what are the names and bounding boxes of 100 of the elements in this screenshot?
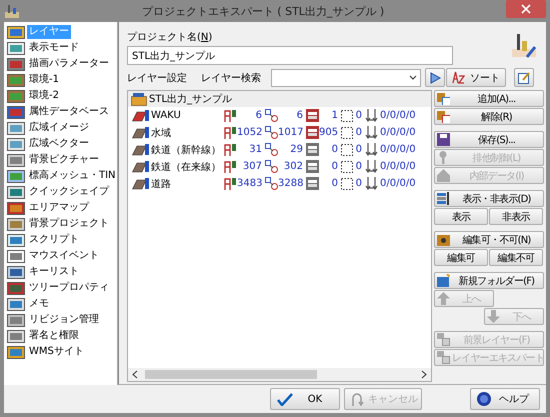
count-cell-text: 307 (242, 161, 263, 172)
stacked-windows-icon (437, 333, 450, 346)
help-icon (477, 392, 491, 406)
folder-icon (437, 274, 450, 287)
sidebar-item[interactable]: 環境-2 (27, 89, 61, 103)
count-cell-text: 0 (354, 144, 363, 155)
text-tag-icon (224, 160, 237, 173)
remove-layer-icon (437, 110, 450, 123)
play-button[interactable] (425, 68, 445, 87)
close-button[interactable] (506, 0, 546, 18)
side-button[interactable]: 表示 (434, 208, 488, 225)
layer-name[interactable]: 鉄道（在来線） (151, 160, 221, 174)
panel-icon (7, 74, 25, 86)
dotted-box-icon (341, 160, 353, 172)
count-cell-text: 6 (254, 110, 263, 121)
arrows-icon (365, 143, 378, 156)
arrows-icon (365, 160, 378, 173)
layer-name[interactable]: WAKU (151, 110, 181, 121)
side-button[interactable]: 追加(A)... (434, 90, 544, 107)
horizontal-scrollbar[interactable] (128, 368, 431, 381)
close-icon (521, 4, 531, 14)
side-button[interactable]: 非表示 (489, 208, 543, 225)
sidebar-item[interactable]: WMSサイト (27, 345, 86, 359)
edit-button[interactable] (514, 68, 534, 87)
sidebar-item[interactable]: 表示モード (27, 41, 81, 55)
panel-icon (7, 202, 25, 214)
app-icon (4, 3, 20, 19)
count-cell-text: 1052 (237, 127, 264, 138)
side-button[interactable]: 編集可・不可(N) (434, 231, 544, 248)
count-cell-text: 0 (330, 178, 339, 189)
count-cell-text: 0/0/0/0 (379, 144, 417, 155)
count-cell-text: 0 (330, 161, 339, 172)
sidebar-item[interactable]: 署名と権限 (27, 329, 81, 343)
text-tag-icon (224, 109, 237, 122)
help-button[interactable]: ヘルプ (470, 388, 540, 410)
dotted-box-icon (341, 126, 353, 138)
section-label: レイヤー設定 (127, 72, 187, 84)
panel-icon (7, 170, 25, 182)
side-button[interactable]: 表示・非表示(D) (434, 190, 544, 207)
side-button[interactable]: 保存(S)... (434, 131, 544, 148)
project-name-field[interactable]: STL出力_サンプル (127, 46, 453, 65)
sort-icon (452, 71, 465, 84)
add-layer-icon (437, 92, 450, 105)
text-tag-icon (224, 126, 237, 139)
count-cell-text: 31 (248, 144, 263, 155)
arrows-icon (365, 126, 378, 139)
dotted-box-icon (341, 110, 353, 122)
side-button[interactable]: 編集不可 (489, 249, 543, 266)
house-icon (437, 169, 450, 182)
panel-icon (7, 58, 25, 70)
sidebar-item[interactable]: 標高メッシュ・TIN (27, 169, 118, 183)
count-cell-text: 1017 (278, 127, 304, 138)
layers-icon (437, 192, 450, 205)
edit-icon (518, 72, 530, 84)
panel-icon (7, 154, 25, 166)
panel-icon (7, 314, 25, 326)
side-button[interactable]: 新規フォルダー(F) (434, 272, 544, 289)
sidebar-item[interactable]: マウスイベント (27, 249, 101, 263)
layer-name[interactable]: 鉄道（新幹線） (151, 142, 221, 156)
count-cell-text: 0/0/0/0 (379, 178, 417, 189)
sidebar-item[interactable]: エリアマップ (27, 201, 91, 215)
node-link-icon (265, 109, 278, 122)
sidebar-item[interactable]: クイックシェイプ (27, 185, 111, 199)
count-cell-text: 0/0/0/0 (379, 110, 417, 121)
sidebar-item[interactable]: 環境-1 (27, 73, 61, 87)
panel-icon (7, 346, 25, 358)
down-arrow-icon (487, 310, 500, 323)
sidebar-item[interactable]: メモ (27, 297, 51, 311)
field-label: レイヤー検索 (201, 72, 261, 84)
sort-button[interactable]: ソート (446, 68, 506, 87)
layer-name[interactable]: 水域 (151, 126, 171, 140)
text-tag-icon (224, 143, 237, 156)
panel-icon (7, 106, 25, 118)
arrows-icon (365, 177, 378, 190)
panel-icon (7, 330, 25, 342)
play-icon (430, 72, 440, 84)
sidebar-item[interactable]: ツリープロパティ (27, 281, 111, 295)
count-cell-text: 905 (319, 127, 340, 138)
sidebar-item[interactable]: 背景ピクチャー (27, 153, 101, 167)
sidebar-item[interactable]: 属性データベース (27, 105, 111, 119)
side-button[interactable]: 編集可 (434, 249, 488, 266)
node-link-icon (265, 143, 278, 156)
window-title: プロジェクトエキスパート ( STL出力_サンプル ) (140, 4, 386, 18)
sidebar-item[interactable]: リビジョン管理 (27, 313, 101, 327)
sidebar-item[interactable]: 背景プロジェクト (27, 217, 111, 231)
sidebar-item[interactable]: 描画パラメーター (27, 57, 111, 71)
panel-icon (7, 266, 25, 278)
pen-brush-icon (512, 32, 536, 60)
ok-button[interactable]: OK (270, 388, 340, 410)
side-button[interactable]: 解除(R) (434, 108, 544, 125)
count-cell-text: 0/0/0/0 (379, 161, 417, 172)
panel-icon (7, 234, 25, 246)
node-link-icon (265, 177, 278, 190)
sidebar-item[interactable]: 広域イメージ (27, 121, 91, 135)
sidebar-item[interactable]: 広域ベクター (27, 137, 91, 151)
sidebar-item[interactable]: スクリプト (27, 233, 81, 247)
layer-name[interactable]: 道路 (151, 176, 171, 190)
panel-icon (7, 218, 25, 230)
dotted-box-icon (341, 144, 353, 156)
sidebar-item[interactable]: キーリスト (27, 265, 81, 279)
